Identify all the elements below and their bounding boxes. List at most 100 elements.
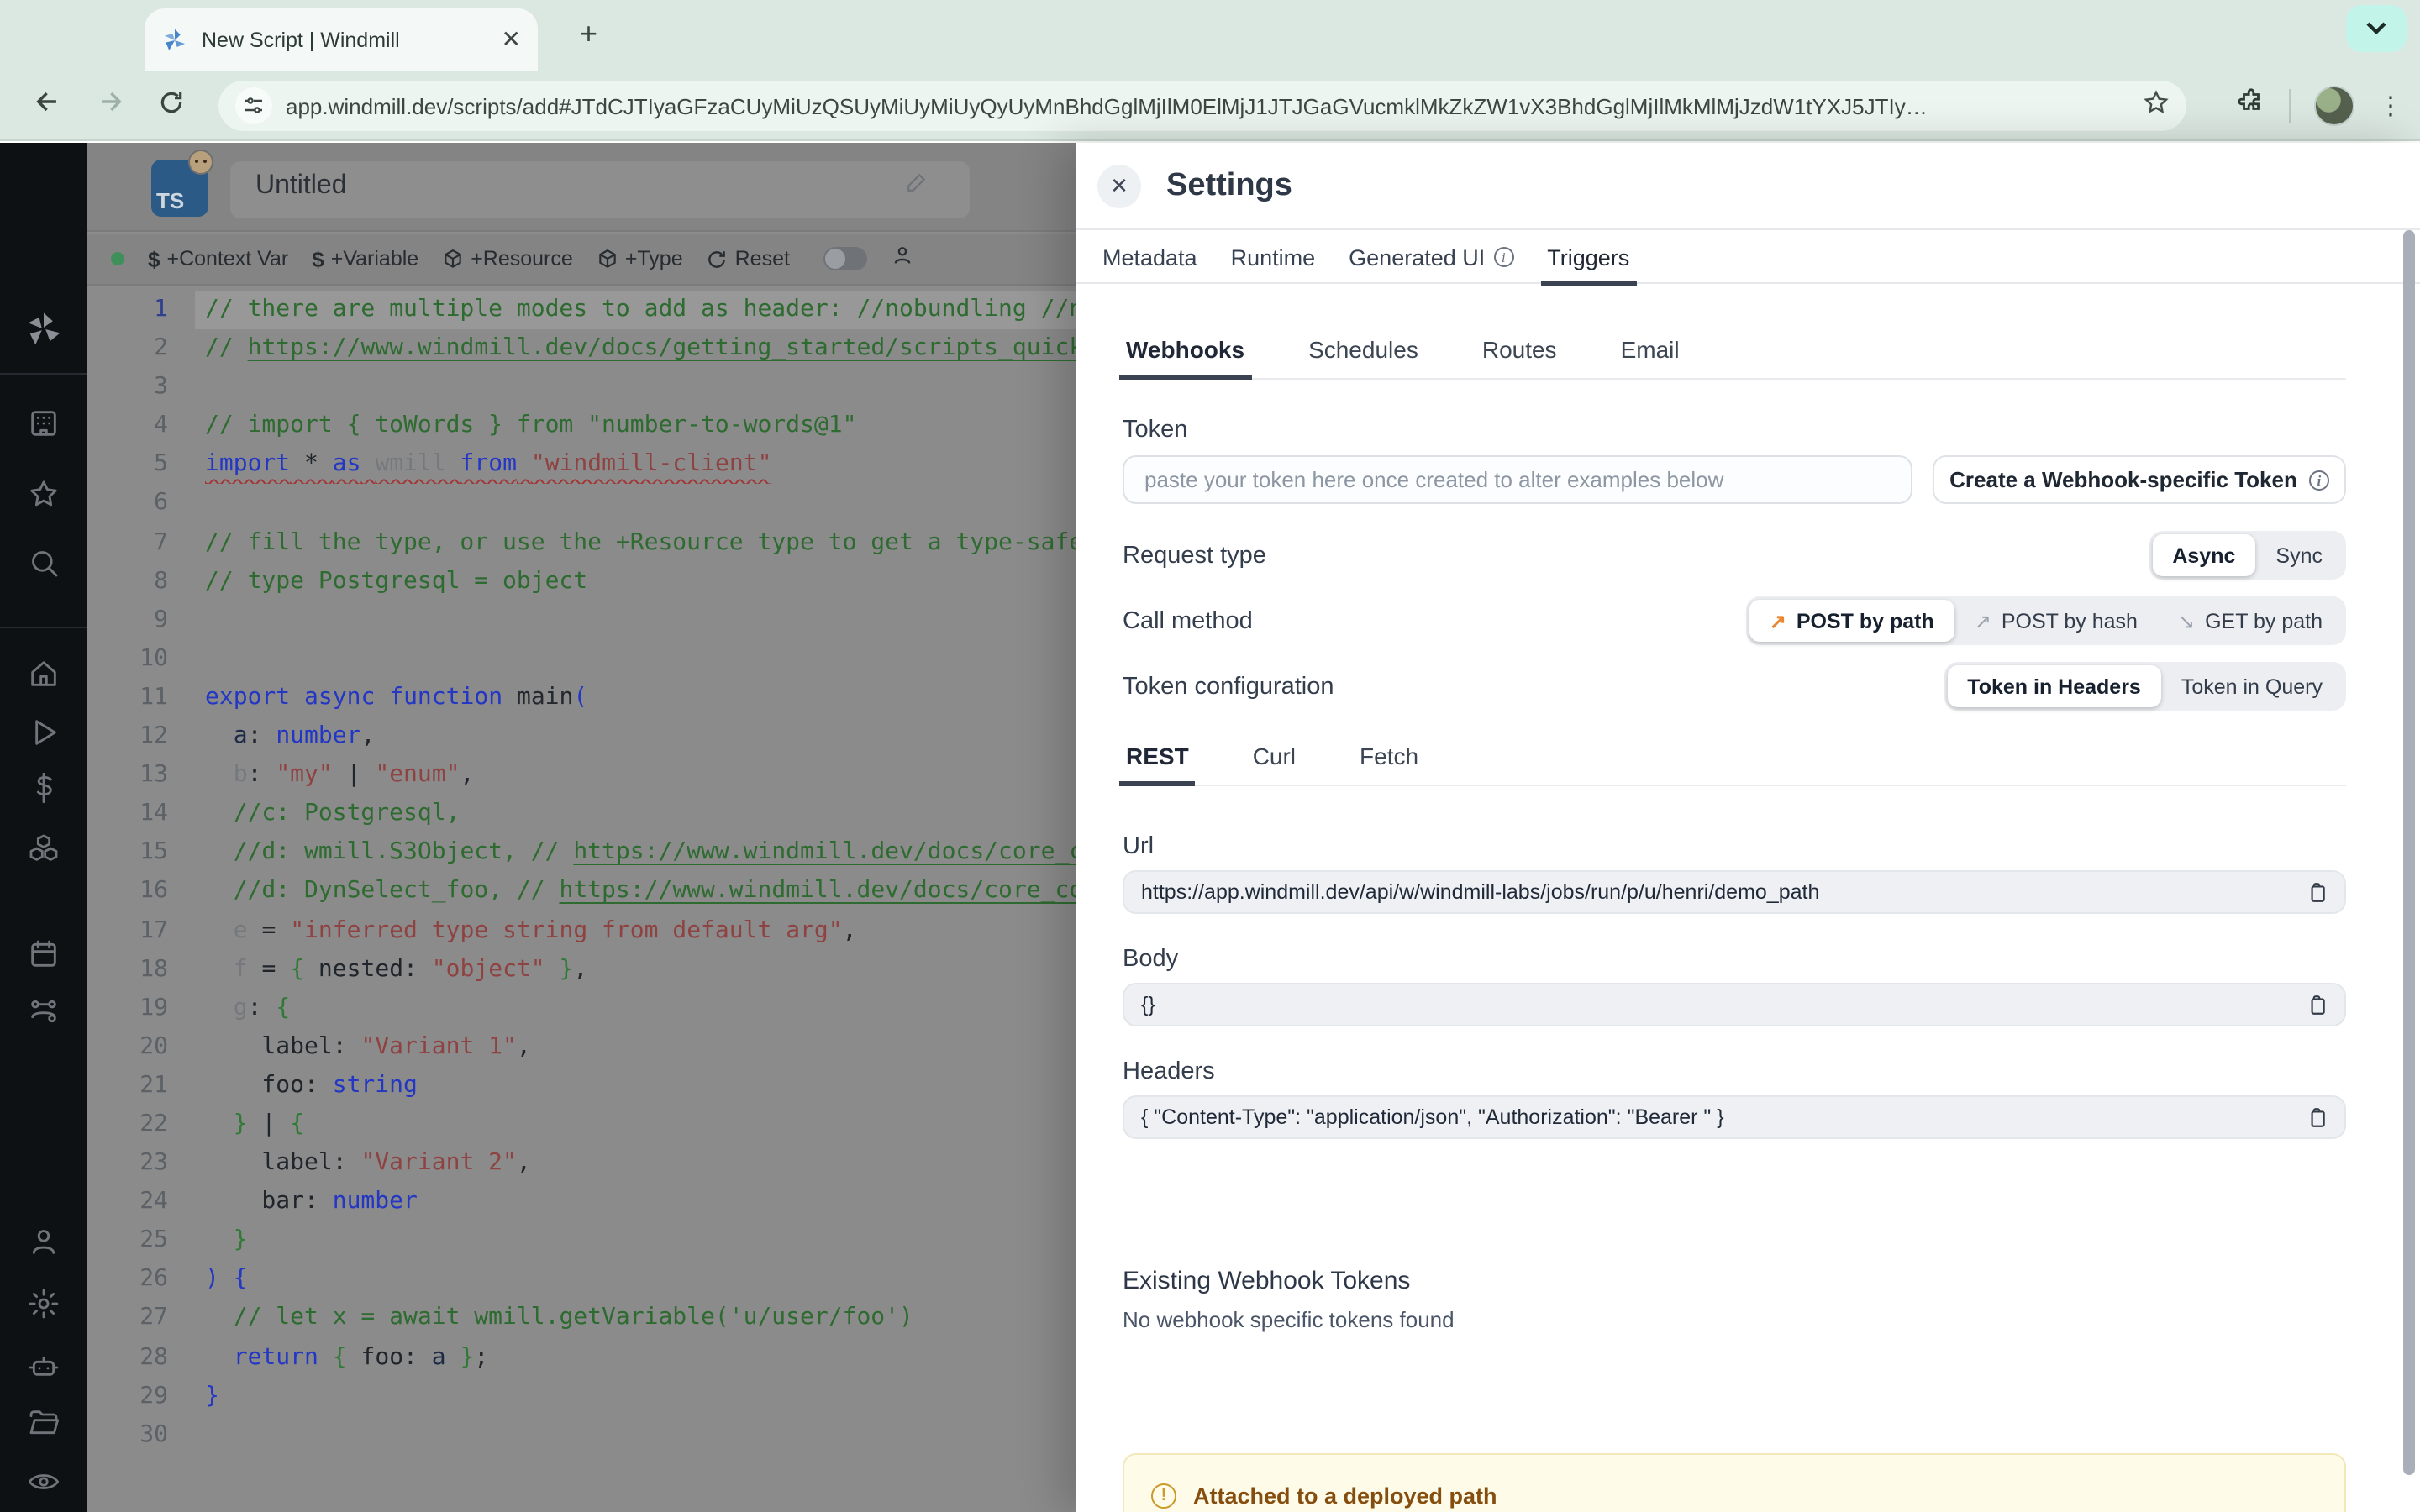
reload-icon[interactable]: [158, 88, 185, 123]
toolbar-reset-button[interactable]: Reset: [707, 247, 790, 270]
token-config-token-in-query[interactable]: Token in Query: [2161, 665, 2343, 707]
code-line[interactable]: 20 label: "Variant 1",: [87, 1028, 1076, 1067]
code-line[interactable]: 26) {: [87, 1261, 1076, 1299]
drawer-scrollbar[interactable]: [2403, 230, 2415, 1475]
close-icon[interactable]: ✕: [1097, 164, 1141, 207]
line-number: 6: [154, 489, 168, 517]
request-async[interactable]: Async: [2152, 534, 2256, 576]
headers-field[interactable]: { "Content-Type": "application/json", "A…: [1123, 1095, 2346, 1139]
edit-title-icon[interactable]: [906, 171, 928, 202]
code-line[interactable]: 17 e = "inferred type string from defaul…: [87, 911, 1076, 950]
schedules-calendar-icon[interactable]: [0, 937, 87, 971]
code-line[interactable]: 7 // fill the type, or use the +Resource …: [87, 523, 1076, 562]
browser-tab[interactable]: New Script | Windmill ✕: [145, 8, 538, 71]
code-line[interactable]: 30: [87, 1415, 1076, 1454]
example-tab-rest[interactable]: REST: [1118, 743, 1197, 786]
copy-clipboard-icon[interactable]: [2306, 992, 2328, 1017]
trigger-tab-routes[interactable]: Routes: [1479, 336, 1560, 378]
runs-play-icon[interactable]: [0, 716, 87, 749]
code-line[interactable]: 12 a: number,: [87, 717, 1076, 756]
tab-triggers[interactable]: Triggers: [1530, 231, 1646, 285]
request-sync[interactable]: Sync: [2255, 534, 2343, 576]
code-line[interactable]: 15 //d: wmill.S3Object, // https://www.w…: [87, 834, 1076, 873]
new-tab-button[interactable]: +: [580, 17, 597, 52]
code-line[interactable]: 8 // type Postgresql = object: [87, 562, 1076, 601]
code-line[interactable]: 14 //c: Postgresql,: [87, 795, 1076, 833]
forward-icon[interactable]: [96, 87, 124, 124]
toolbar-resource-button[interactable]: +Resource: [442, 247, 573, 270]
windmill-logo-icon[interactable]: [0, 307, 87, 351]
code-line[interactable]: 18 f = { nested: "object" },: [87, 950, 1076, 989]
trigger-tab-schedules[interactable]: Schedules: [1305, 336, 1422, 378]
home-icon[interactable]: [0, 657, 87, 690]
window-chevron-button[interactable]: [2346, 5, 2407, 52]
call-method-get-by-path[interactable]: ↘ GET by path: [2158, 600, 2343, 642]
call-method-post-by-path[interactable]: ↗ POST by path: [1749, 600, 1954, 642]
search-icon[interactable]: [0, 546, 87, 580]
code-line[interactable]: 29}: [87, 1377, 1076, 1415]
code-line[interactable]: 2// https://www.windmill.dev/docs/gettin…: [87, 329, 1076, 368]
code-line[interactable]: 4 // import { toWords } from "number-to-w…: [87, 407, 1076, 446]
folders-folder-icon[interactable]: [0, 1406, 87, 1440]
example-tab-fetch[interactable]: Fetch: [1356, 743, 1422, 785]
code-line[interactable]: 1 // there are multiple modes to add as h…: [87, 291, 1076, 329]
create-webhook-token-button[interactable]: Create a Webhook-specific Token i: [1933, 455, 2346, 504]
workspace-building-icon[interactable]: [0, 407, 87, 440]
copy-clipboard-icon[interactable]: [2306, 1105, 2328, 1130]
code-line[interactable]: 24 bar: number: [87, 1183, 1076, 1221]
url-bar[interactable]: app.windmill.dev/scripts/add#JTdCJTIyaGF…: [218, 81, 2186, 131]
code-line[interactable]: 11 export async function main(: [87, 679, 1076, 717]
tab-close-icon[interactable]: ✕: [502, 25, 521, 54]
routes-flow-icon[interactable]: [0, 995, 87, 1028]
toolbar-variable-button[interactable]: $ +Variable: [312, 246, 418, 271]
code-line[interactable]: 13 b: "my" | "enum",: [87, 756, 1076, 795]
call-method-post-by-hash[interactable]: ↗ POST by hash: [1954, 600, 2158, 642]
toolbar-type-button[interactable]: +Type: [597, 247, 683, 270]
code-line[interactable]: 16 //d: DynSelect_foo, // https://www.wi…: [87, 873, 1076, 911]
code-token: //c: Postgresql,: [233, 800, 460, 827]
back-icon[interactable]: [34, 87, 62, 124]
headers-label: Headers: [1123, 1058, 1215, 1085]
tab-generated-ui[interactable]: Generated UI i: [1332, 231, 1530, 283]
url-text[interactable]: app.windmill.dev/scripts/add#JTdCJTIyaGF…: [286, 93, 2129, 118]
code-line[interactable]: 22 } | {: [87, 1105, 1076, 1144]
code-line[interactable]: 21 foo: string: [87, 1067, 1076, 1105]
line-number: 17: [139, 916, 168, 943]
example-tab-curl[interactable]: Curl: [1249, 743, 1299, 785]
token-input[interactable]: paste your token here once created to al…: [1123, 455, 1912, 504]
diff-toggle[interactable]: [823, 247, 867, 270]
code-line[interactable]: 10: [87, 640, 1076, 679]
profile-avatar[interactable]: [2314, 86, 2354, 126]
favorites-star-icon[interactable]: [0, 477, 87, 511]
extensions-icon[interactable]: [2237, 87, 2265, 124]
copy-clipboard-icon[interactable]: [2306, 879, 2328, 905]
code-line[interactable]: 27 // let x = await wmill.getVariable('u…: [87, 1299, 1076, 1338]
script-title[interactable]: Untitled: [255, 171, 347, 202]
tab-metadata[interactable]: Metadata: [1086, 231, 1214, 283]
trigger-tab-webhooks[interactable]: Webhooks: [1119, 336, 1251, 380]
url-field[interactable]: https://app.windmill.dev/api/w/windmill-…: [1123, 870, 2346, 914]
token-config-token-in-headers[interactable]: Token in Headers: [1947, 665, 2161, 707]
code-line[interactable]: 3: [87, 368, 1076, 407]
code-line[interactable]: 19 g: {: [87, 989, 1076, 1027]
users-person-icon[interactable]: [0, 1225, 87, 1258]
code-line[interactable]: 25 }: [87, 1222, 1076, 1261]
site-settings-icon[interactable]: [235, 87, 272, 124]
trigger-tab-email[interactable]: Email: [1618, 336, 1683, 378]
bookmark-star-icon[interactable]: [2143, 88, 2170, 123]
toolbar-contextvar-button[interactable]: $ +Context Var: [148, 246, 288, 271]
workers-robot-icon[interactable]: [0, 1351, 87, 1384]
variables-dollar-icon[interactable]: [0, 771, 87, 805]
tab-runtime[interactable]: Runtime: [1214, 231, 1333, 283]
browser-menu-icon[interactable]: ⋮: [2378, 91, 2403, 121]
code-line[interactable]: 28 return { foo: a };: [87, 1338, 1076, 1377]
code-line[interactable]: 23 label: "Variant 2",: [87, 1144, 1076, 1183]
code-line[interactable]: 9: [87, 601, 1076, 640]
resources-cubes-icon[interactable]: [0, 832, 87, 865]
audit-eye-icon[interactable]: [0, 1465, 87, 1499]
code-area[interactable]: 1 // there are multiple modes to add as h…: [87, 287, 1076, 1512]
code-line[interactable]: 6: [87, 485, 1076, 523]
code-line[interactable]: 5 import * as wmill from "windmill-client…: [87, 446, 1076, 485]
body-field[interactable]: {}: [1123, 983, 2346, 1026]
settings-gear-icon[interactable]: [0, 1287, 87, 1320]
